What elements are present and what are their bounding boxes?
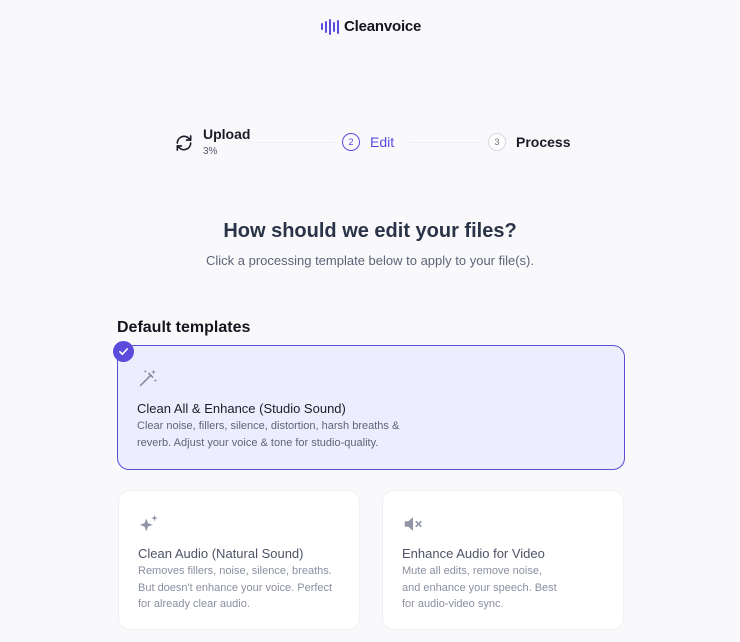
logo-text: Cleanvoice (344, 18, 422, 35)
sparkles-icon (139, 514, 158, 532)
section-title: Default templates (117, 319, 251, 336)
step-connector (256, 142, 334, 143)
speaker-mute-icon (404, 517, 422, 531)
template-title: Enhance Audio for Video (402, 546, 545, 561)
template-card-enhance-video[interactable]: Enhance Audio for Video Mute all edits, … (382, 490, 624, 630)
step-edit-label: Edit (370, 134, 395, 150)
step-process: 3 Process (488, 133, 570, 151)
template-description: Removes fillers, noise, silence, breaths… (138, 565, 333, 610)
template-description: Clear noise, fillers, silence, distortio… (137, 420, 400, 449)
magic-wand-icon (139, 369, 157, 387)
template-title: Clean All & Enhance (Studio Sound) (137, 401, 346, 416)
step-number-badge: 2 (342, 133, 360, 151)
step-number-badge: 3 (488, 133, 506, 151)
step-connector (410, 142, 480, 143)
template-title: Clean Audio (Natural Sound) (138, 546, 304, 561)
upload-progress-text: 3% (203, 146, 218, 157)
template-card-studio-sound[interactable]: Clean All & Enhance (Studio Sound) Clear… (117, 345, 625, 470)
step-upload-label: Upload (203, 126, 251, 142)
template-description: Mute all edits, remove noise, and enhanc… (402, 565, 557, 610)
template-card-natural-sound[interactable]: Clean Audio (Natural Sound) Removes fill… (118, 490, 360, 630)
progress-stepper: Upload 3% 2 Edit 3 Process (0, 126, 740, 166)
refresh-icon (176, 135, 192, 151)
logo[interactable]: Cleanvoice (321, 18, 421, 35)
selected-check-icon (113, 341, 134, 362)
step-edit: 2 Edit (342, 133, 394, 151)
logo-waveform-icon (321, 18, 339, 35)
step-upload: Upload 3% (174, 126, 250, 157)
step-process-label: Process (516, 134, 571, 150)
page-subtitle: Click a processing template below to app… (205, 253, 535, 268)
page-title: How should we edit your files? (223, 220, 517, 242)
page: Cleanvoice Upload 3% 2 Edit 3 Process Ho… (0, 0, 740, 642)
